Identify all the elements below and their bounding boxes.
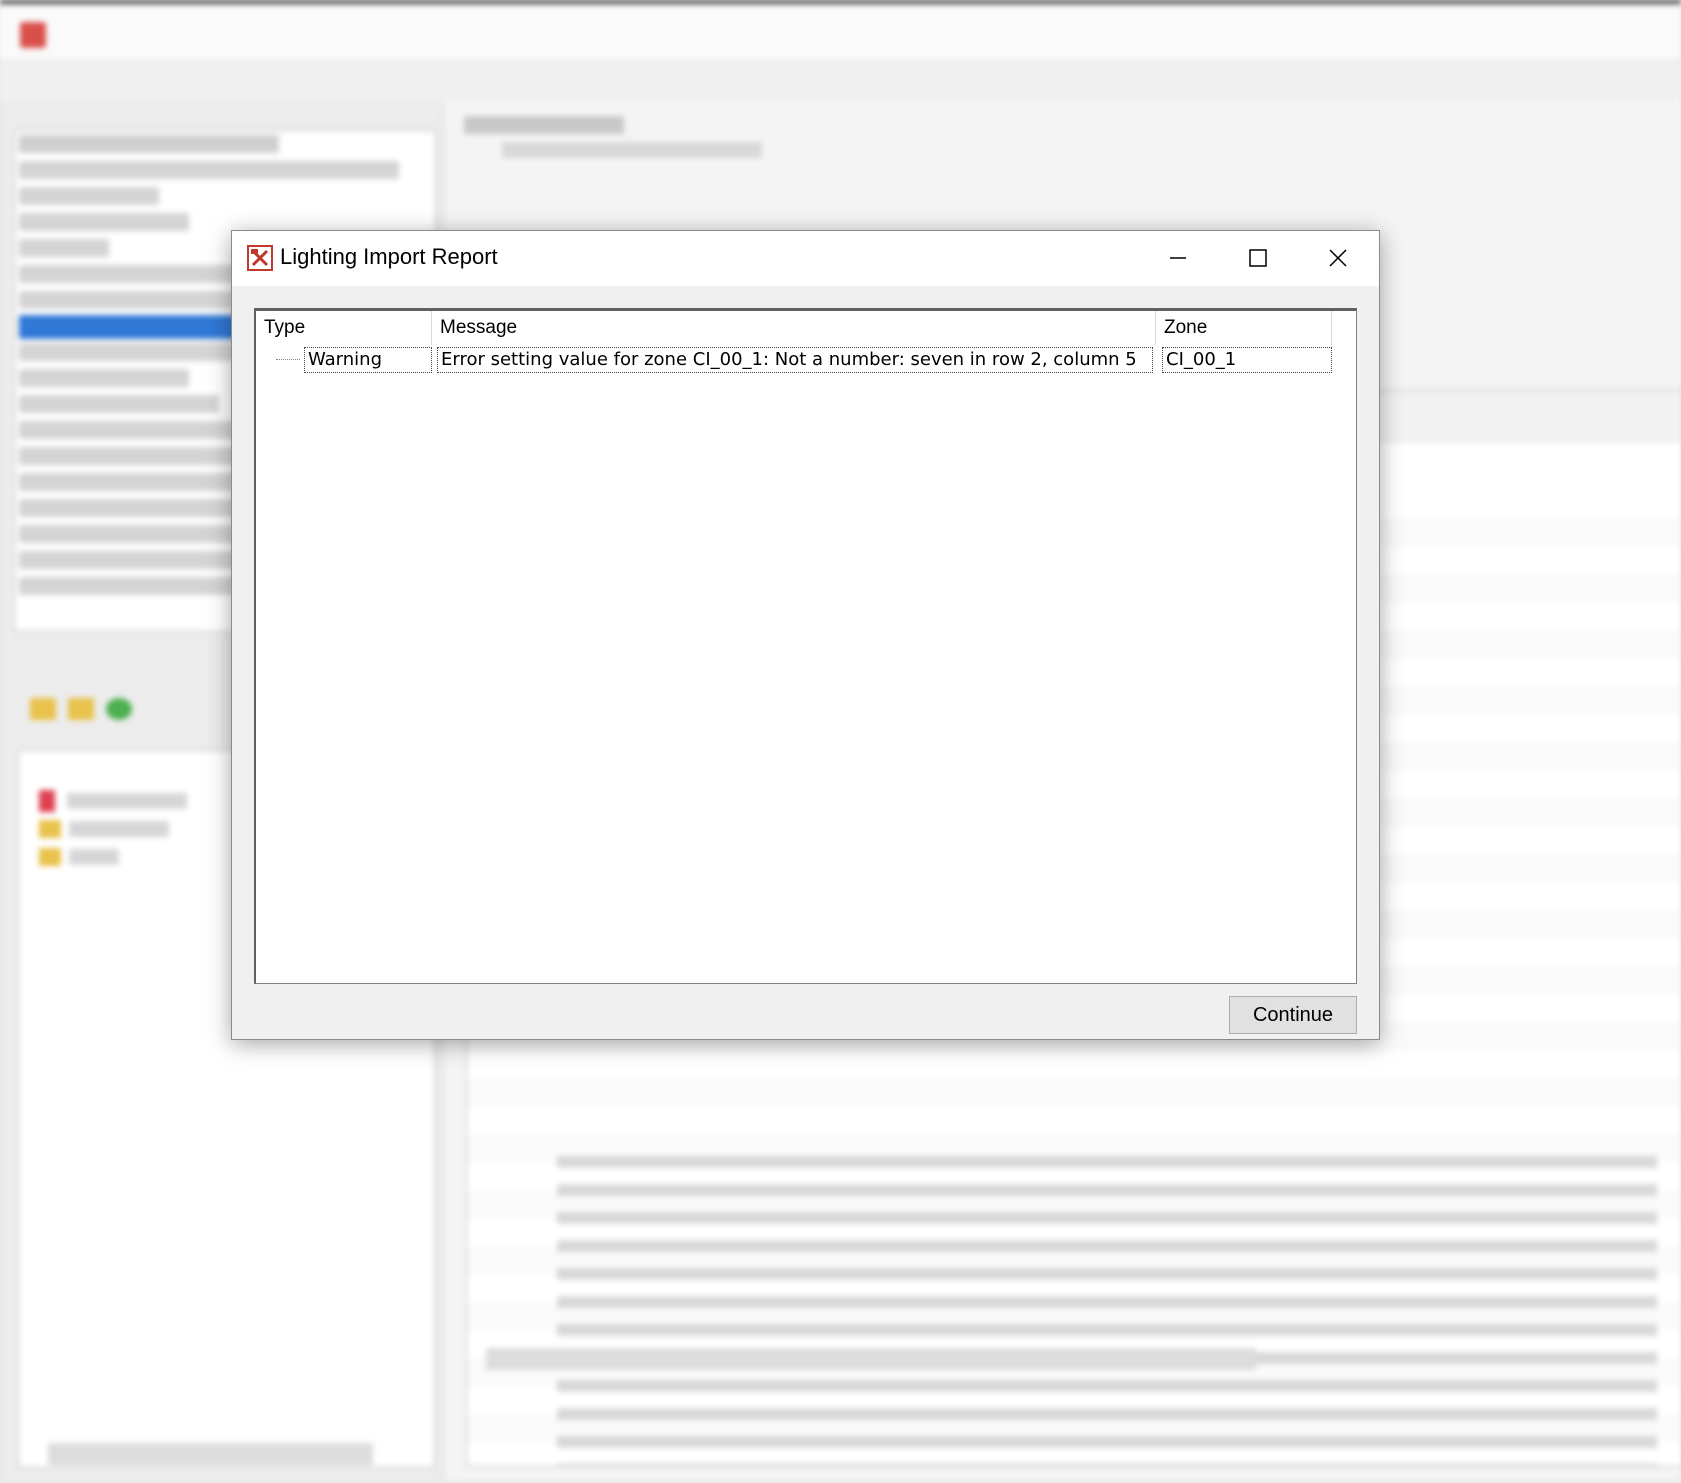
column-header-zone[interactable]: Zone: [1156, 311, 1332, 345]
tree-connector: [276, 359, 300, 360]
files-scrollbar: [48, 1443, 373, 1465]
row-type-cell: Warning: [304, 347, 432, 373]
close-button[interactable]: [1298, 231, 1378, 286]
column-header-message[interactable]: Message: [432, 311, 1156, 345]
minimize-button[interactable]: [1138, 231, 1218, 286]
files-toolbar: [30, 698, 144, 724]
app-menu-bar: [0, 58, 1681, 100]
report-list[interactable]: Type Message Zone Warning Error setting …: [254, 308, 1357, 984]
maximize-icon: [1249, 249, 1267, 267]
lighting-import-report-dialog: Lighting Import Report Type Message Zone…: [231, 230, 1380, 1040]
continue-button[interactable]: Continue: [1229, 996, 1357, 1034]
app-icon: [20, 22, 46, 48]
app-tools-icon: [247, 245, 273, 271]
close-icon: [1329, 249, 1347, 267]
maximize-button[interactable]: [1218, 231, 1298, 286]
row-zone-cell: CI_00_1: [1162, 347, 1332, 373]
grid-scrollbar: [486, 1348, 1256, 1370]
minimize-icon: [1170, 257, 1186, 259]
row-message-cell: Error setting value for zone CI_00_1: No…: [437, 347, 1153, 373]
dialog-title: Lighting Import Report: [280, 244, 498, 269]
dialog-title-bar[interactable]: Lighting Import Report: [232, 231, 1379, 286]
column-header-type[interactable]: Type: [256, 311, 432, 345]
app-title-bar: [0, 0, 1681, 62]
